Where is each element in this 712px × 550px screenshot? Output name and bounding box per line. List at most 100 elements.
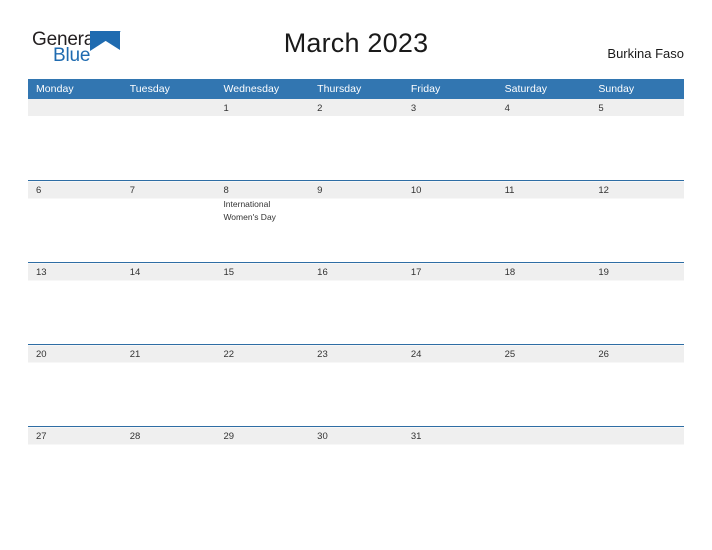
calendar-day-cell[interactable]: 13 bbox=[28, 262, 122, 345]
calendar-day-cell[interactable]: 15 bbox=[215, 262, 310, 345]
calendar-grid: Monday Tuesday Wednesday Thursday Friday… bbox=[28, 79, 685, 508]
day-number: 27 bbox=[36, 431, 47, 442]
day-event bbox=[215, 112, 309, 116]
calendar-day-cell[interactable]: 5 bbox=[590, 99, 685, 181]
weekday-monday: Monday bbox=[28, 79, 122, 99]
day-event bbox=[590, 440, 684, 444]
calendar-day-cell[interactable]: 7 bbox=[121, 180, 216, 263]
calendar-day-cell[interactable]: 28 bbox=[121, 426, 216, 508]
weekday-header-row: Monday Tuesday Wednesday Thursday Friday… bbox=[28, 79, 685, 99]
day-number: 12 bbox=[598, 185, 609, 196]
calendar-day-cell[interactable]: 16 bbox=[309, 262, 403, 345]
calendar-page: General Blue March 2023 Burkina Faso Mon… bbox=[0, 0, 712, 550]
calendar-day-cell[interactable]: 31 bbox=[402, 426, 497, 508]
weekday-wednesday: Wednesday bbox=[215, 79, 310, 99]
day-number: 31 bbox=[410, 431, 422, 442]
day-number: 18 bbox=[504, 267, 516, 278]
calendar-day-cell[interactable]: 22 bbox=[215, 344, 310, 427]
calendar-day-cell[interactable]: 23 bbox=[309, 344, 403, 427]
day-number bbox=[497, 427, 591, 440]
weekday-tuesday: Tuesday bbox=[121, 79, 216, 99]
calendar-day-cell[interactable] bbox=[590, 426, 685, 508]
calendar-day-cell[interactable]: 24 bbox=[402, 344, 497, 427]
day-number: 3 bbox=[410, 103, 417, 114]
calendar-day-cell[interactable]: 19 bbox=[590, 262, 685, 345]
day-event bbox=[122, 112, 216, 116]
day-number: 9 bbox=[317, 185, 323, 196]
day-number: 4 bbox=[504, 103, 510, 114]
page-title: March 2023 bbox=[283, 28, 429, 58]
page-header: General Blue March 2023 Burkina Faso bbox=[0, 0, 712, 78]
day-number: 13 bbox=[36, 267, 47, 278]
calendar-day-cell[interactable]: 12 bbox=[590, 180, 685, 263]
day-number: 28 bbox=[129, 431, 141, 442]
day-number bbox=[590, 427, 684, 440]
day-event bbox=[28, 112, 122, 116]
day-event bbox=[497, 112, 591, 116]
calendar-day-cell[interactable]: 10 bbox=[402, 180, 497, 263]
calendar-week-row: 27 28 29 30 31 bbox=[28, 426, 685, 508]
day-number: 23 bbox=[317, 349, 328, 360]
day-number: 24 bbox=[410, 349, 422, 360]
day-number: 6 bbox=[36, 185, 42, 196]
calendar-day-cell[interactable]: 30 bbox=[309, 426, 403, 508]
calendar-day-cell[interactable]: 21 bbox=[121, 344, 216, 427]
calendar-day-cell[interactable]: 20 bbox=[28, 344, 122, 427]
day-number bbox=[28, 99, 122, 112]
day-number: 20 bbox=[36, 349, 47, 360]
calendar-week-row: 6 7 8 International Women's Day 9 10 11 1… bbox=[28, 180, 685, 263]
country-label: Burkina Faso bbox=[607, 46, 684, 61]
day-number: 15 bbox=[223, 267, 235, 278]
calendar-week-row: 1 2 3 4 5 bbox=[28, 99, 685, 181]
weekday-saturday: Saturday bbox=[496, 79, 591, 99]
day-number: 8 bbox=[223, 185, 229, 196]
day-number: 30 bbox=[317, 431, 328, 442]
calendar-day-cell[interactable]: 14 bbox=[121, 262, 216, 345]
calendar-day-cell[interactable]: 4 bbox=[496, 99, 591, 181]
calendar-day-cell[interactable]: 25 bbox=[496, 344, 591, 427]
day-event bbox=[28, 194, 122, 198]
calendar-day-cell[interactable]: 27 bbox=[28, 426, 122, 508]
calendar-day-cell[interactable]: 18 bbox=[496, 262, 591, 345]
day-number: 26 bbox=[598, 349, 609, 360]
day-event bbox=[122, 194, 216, 198]
calendar-day-cell[interactable]: 3 bbox=[402, 99, 497, 181]
calendar-day-cell[interactable]: 8 International Women's Day bbox=[215, 180, 310, 263]
calendar-week-row: 20 21 22 23 24 25 26 bbox=[28, 344, 685, 427]
calendar-day-cell[interactable] bbox=[496, 426, 591, 508]
calendar-day-cell[interactable]: 1 bbox=[215, 99, 310, 181]
day-number: 22 bbox=[223, 349, 235, 360]
calendar-day-cell[interactable]: 11 bbox=[496, 180, 591, 263]
day-number: 25 bbox=[504, 349, 516, 360]
day-number bbox=[122, 99, 216, 112]
day-number: 16 bbox=[317, 267, 328, 278]
calendar-day-cell[interactable]: 17 bbox=[402, 262, 497, 345]
calendar-day-cell[interactable]: 29 bbox=[215, 426, 310, 508]
calendar-day-cell[interactable]: 26 bbox=[590, 344, 685, 427]
day-number: 1 bbox=[223, 103, 229, 114]
day-number: 19 bbox=[598, 267, 609, 278]
day-event: International Women's Day bbox=[223, 199, 276, 222]
calendar-weekday-header: Monday Tuesday Wednesday Thursday Friday… bbox=[28, 79, 685, 99]
day-number: 2 bbox=[317, 103, 323, 114]
calendar-body: 1 2 3 4 5 6 7 8 International Women's Day… bbox=[28, 99, 685, 508]
calendar-day-cell[interactable]: 9 bbox=[309, 180, 403, 263]
weekday-sunday: Sunday bbox=[590, 79, 685, 99]
day-number: 29 bbox=[223, 431, 235, 442]
day-number: 10 bbox=[410, 185, 422, 196]
day-number: 21 bbox=[129, 349, 141, 360]
day-number: 7 bbox=[129, 185, 136, 196]
calendar-day-cell[interactable]: 6 bbox=[28, 180, 122, 263]
day-number: 11 bbox=[504, 185, 515, 196]
weekday-friday: Friday bbox=[402, 79, 497, 99]
weekday-thursday: Thursday bbox=[309, 79, 403, 99]
day-event bbox=[497, 440, 591, 444]
calendar-day-cell[interactable] bbox=[28, 99, 122, 181]
calendar-day-cell[interactable] bbox=[121, 99, 216, 181]
day-event bbox=[309, 194, 403, 198]
day-number: 5 bbox=[598, 103, 604, 114]
day-number: 17 bbox=[410, 267, 422, 278]
day-number: 14 bbox=[129, 267, 141, 278]
calendar-day-cell[interactable]: 2 bbox=[309, 99, 403, 181]
day-event bbox=[403, 112, 497, 116]
